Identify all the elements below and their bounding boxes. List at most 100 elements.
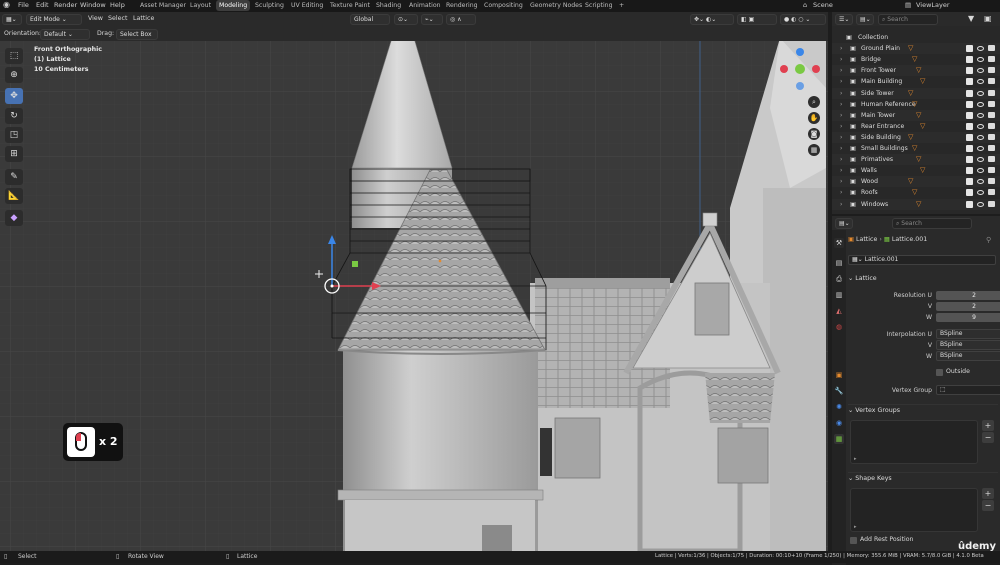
expand-chevron-icon[interactable]: › <box>840 65 842 76</box>
select-box-tool[interactable]: ⬚ <box>5 48 23 64</box>
exclude-checkbox[interactable] <box>966 89 973 97</box>
outliner-row[interactable]: › ▣ Small Buildings ▽ <box>832 143 1000 154</box>
render-camera-icon[interactable] <box>988 189 995 196</box>
outliner-row[interactable]: › ▣ Main Tower ▽ <box>832 109 1000 121</box>
exclude-checkbox[interactable] <box>966 67 973 75</box>
axis-x-icon[interactable] <box>812 65 820 73</box>
tab-rendering[interactable]: Rendering <box>443 1 481 10</box>
exclude-checkbox[interactable] <box>966 145 973 152</box>
exclude-checkbox[interactable] <box>966 178 973 186</box>
3d-viewport[interactable]: Front Orthographic (1) Lattice 10 Centim… <box>0 28 828 551</box>
visibility-eye-icon[interactable] <box>977 157 984 163</box>
render-camera-icon[interactable] <box>988 200 995 207</box>
menu-select[interactable]: Select <box>108 15 127 22</box>
tab-asset-manager[interactable]: Asset Manager <box>137 1 189 10</box>
shape-keys-panel-header[interactable]: ⌄ Shape Keys <box>848 472 998 483</box>
render-camera-icon[interactable] <box>988 133 995 140</box>
output-tab-icon[interactable]: ⎙ <box>834 274 844 284</box>
lattice-panel-header[interactable]: ⌄ Lattice <box>848 273 998 284</box>
outliner-row[interactable]: › ▣ Wood ▽ <box>832 176 1000 188</box>
pan-hand-icon[interactable]: ✋ <box>808 112 820 124</box>
tab-animation[interactable]: Animation <box>406 1 444 10</box>
vertex-group-field[interactable]: ⬚ <box>936 385 1000 395</box>
tab-texture-paint[interactable]: Texture Paint <box>327 1 373 10</box>
annotate-tool[interactable]: ✎ <box>5 169 23 185</box>
outliner-row[interactable]: › ▣ Human Reference ▽ <box>832 99 1000 110</box>
vertex-groups-list[interactable]: ▸ <box>850 420 978 464</box>
visibility-eye-icon[interactable] <box>977 68 984 74</box>
outliner-row[interactable]: › ▣ Ground Plain ▽ <box>832 43 1000 55</box>
datablock-selector[interactable]: ▦⌄ Lattice.001 <box>848 255 996 265</box>
exclude-checkbox[interactable] <box>966 167 973 175</box>
new-collection-icon[interactable]: ▣ <box>984 14 992 23</box>
drag-dropdown[interactable]: Select Box <box>116 29 158 40</box>
view-layer-selector[interactable]: ViewLayer <box>916 1 950 9</box>
visibility-eye-icon[interactable] <box>977 79 984 85</box>
orientation-dropdown[interactable]: Default ⌄ <box>40 29 90 40</box>
shading-mode-icon[interactable]: ● ◐ ○ ⌄ <box>780 14 826 25</box>
expand-chevron-icon[interactable]: › <box>840 187 842 198</box>
display-mode-icon[interactable]: ▤⌄ <box>856 14 874 25</box>
menu-help[interactable]: Help <box>110 1 125 9</box>
add-shape-key-button[interactable]: + <box>982 488 994 499</box>
render-camera-icon[interactable] <box>988 156 995 163</box>
visibility-eye-icon[interactable] <box>977 201 984 207</box>
menu-view[interactable]: View <box>88 15 103 22</box>
properties-search-input[interactable]: ⌕ Search <box>892 218 972 229</box>
tool-tab-icon[interactable]: ⚒ <box>834 238 844 248</box>
visibility-eye-icon[interactable] <box>977 146 984 151</box>
exclude-checkbox[interactable] <box>966 189 973 197</box>
visibility-eye-icon[interactable] <box>977 57 984 63</box>
outliner-row[interactable]: › ▣ Front Tower ▽ <box>832 65 1000 77</box>
outliner-row[interactable]: › ▣ Side Tower ▽ <box>832 87 1000 99</box>
render-camera-icon[interactable] <box>988 100 995 107</box>
snap-icon[interactable]: ⌁⌄ <box>421 14 443 25</box>
tab-compositing[interactable]: Compositing <box>481 1 526 10</box>
object-tab-icon[interactable]: ▣ <box>834 370 844 380</box>
exclude-checkbox[interactable] <box>966 100 973 108</box>
exclude-checkbox[interactable] <box>966 156 973 164</box>
render-camera-icon[interactable] <box>988 45 995 52</box>
world-tab-icon[interactable]: ◍ <box>834 322 844 332</box>
breadcrumb-data[interactable]: Lattice.001 <box>892 236 927 243</box>
blender-logo-icon[interactable]: ◉ <box>3 0 10 9</box>
scale-tool[interactable]: ◳ <box>5 127 23 143</box>
remove-vertex-group-button[interactable]: − <box>982 432 994 443</box>
tab-sculpting[interactable]: Sculpting <box>252 1 287 10</box>
visibility-eye-icon[interactable] <box>977 90 984 96</box>
render-camera-icon[interactable] <box>988 67 995 74</box>
physics-tab-icon[interactable]: ◉ <box>834 418 844 428</box>
outliner-row[interactable]: › ▣ Side Building ▽ <box>832 131 1000 143</box>
expand-chevron-icon[interactable]: › <box>840 88 842 99</box>
visibility-eye-icon[interactable] <box>977 168 984 174</box>
vertex-groups-panel-header[interactable]: ⌄ Vertex Groups <box>848 404 998 415</box>
tab-layout[interactable]: Layout <box>187 1 214 10</box>
outliner-search-input[interactable]: ⌕ Search <box>878 14 938 25</box>
axis-x-neg-icon[interactable] <box>780 65 788 73</box>
lattice-data-tab-icon[interactable]: ▦ <box>834 434 844 444</box>
outliner-row[interactable]: › ▣ Windows ▽ <box>832 198 1000 210</box>
render-camera-icon[interactable] <box>988 145 995 151</box>
visibility-eye-icon[interactable] <box>977 101 984 107</box>
outside-checkbox[interactable] <box>936 369 943 376</box>
move-tool[interactable]: ✥ <box>5 88 23 104</box>
interpolation-u-select[interactable]: BSpline⌄ <box>936 329 1000 339</box>
outliner-editor-icon[interactable]: ☰⌄ <box>835 14 853 25</box>
tab-modeling[interactable]: Modeling <box>216 0 251 11</box>
gizmo-visibility-icon[interactable]: ✥⌄ ◐⌄ <box>690 14 734 25</box>
render-camera-icon[interactable] <box>988 89 995 96</box>
visibility-eye-icon[interactable] <box>977 123 984 129</box>
exclude-checkbox[interactable] <box>966 200 973 208</box>
exclude-checkbox[interactable] <box>966 122 973 130</box>
tab-uv-editing[interactable]: UV Editing <box>288 1 326 10</box>
outliner-row[interactable]: › ▣ Roofs ▽ <box>832 187 1000 198</box>
camera-icon[interactable]: ◙ <box>808 128 820 140</box>
outliner-row[interactable]: › ▣ Walls ▽ <box>832 165 1000 176</box>
exclude-checkbox[interactable] <box>966 78 973 86</box>
modifier-tab-icon[interactable]: 🔧 <box>834 386 844 396</box>
tab-shading[interactable]: Shading <box>373 1 404 10</box>
resolution-v-field[interactable]: 2 <box>936 302 1000 311</box>
expand-chevron-icon[interactable]: › <box>840 121 842 132</box>
menu-edit[interactable]: Edit <box>36 1 49 9</box>
visibility-eye-icon[interactable] <box>977 179 984 185</box>
